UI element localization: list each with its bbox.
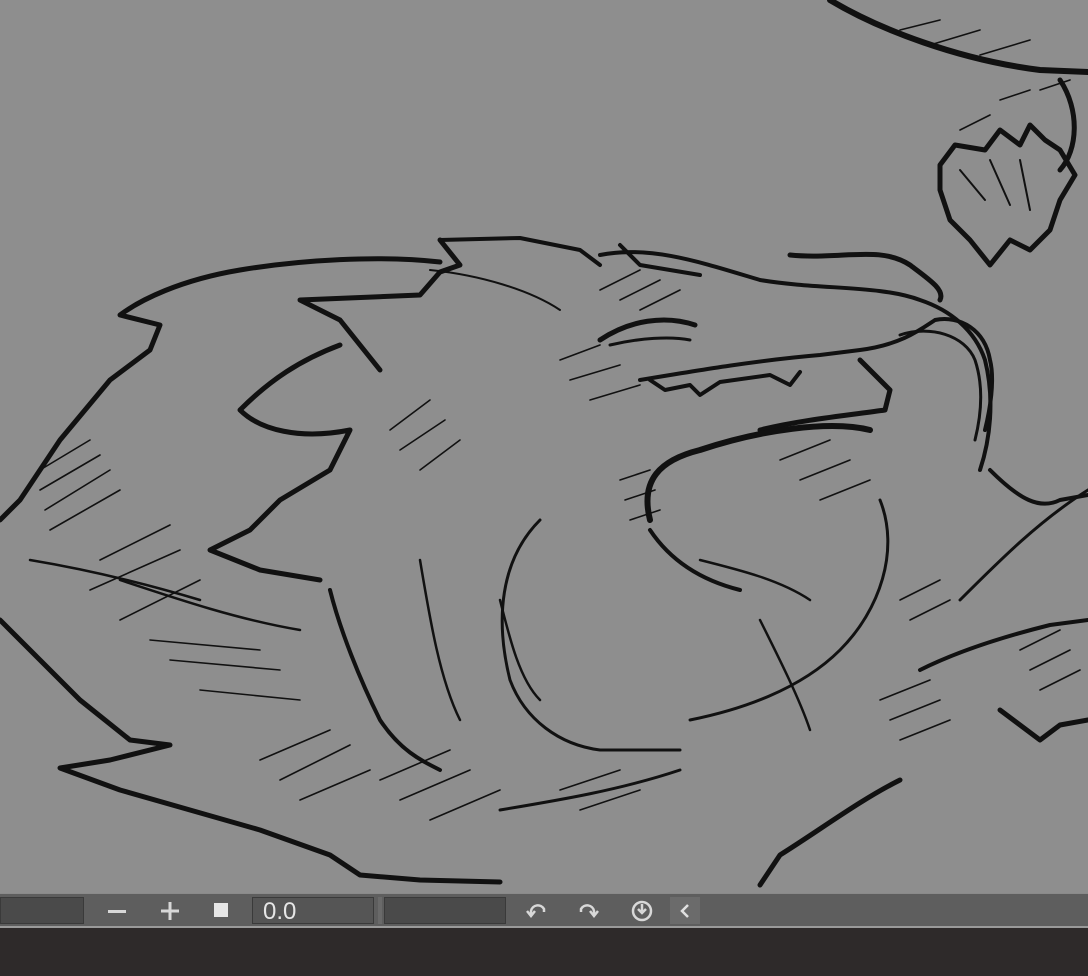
- zoom-out-button[interactable]: [98, 897, 136, 924]
- canvas-status-bar: 0.0: [0, 893, 1088, 928]
- rotate-left-icon: [526, 903, 546, 918]
- drawing-canvas[interactable]: [0, 0, 1088, 893]
- zoom-in-button[interactable]: [151, 897, 189, 924]
- square-icon: [214, 902, 228, 917]
- reset-rotation-icon: [631, 900, 653, 921]
- rotate-right-icon: [579, 903, 599, 918]
- rotate-right-button[interactable]: [569, 897, 607, 924]
- reset-rotation-button[interactable]: [623, 897, 661, 924]
- wolf-sketch-artwork: [0, 0, 1088, 888]
- brush-preview-field[interactable]: [0, 897, 84, 924]
- collapse-bar-button[interactable]: [670, 897, 700, 924]
- rotation-value-field[interactable]: 0.0: [252, 897, 374, 925]
- fit-view-button[interactable]: [202, 897, 240, 924]
- bottom-panel: [0, 928, 1088, 976]
- rotate-left-button[interactable]: [518, 897, 556, 924]
- rotation-slider[interactable]: [384, 897, 506, 924]
- field-divider: [378, 897, 382, 924]
- plus-icon: [161, 901, 179, 920]
- chevron-left-icon: [680, 903, 689, 918]
- minus-icon: [108, 909, 126, 913]
